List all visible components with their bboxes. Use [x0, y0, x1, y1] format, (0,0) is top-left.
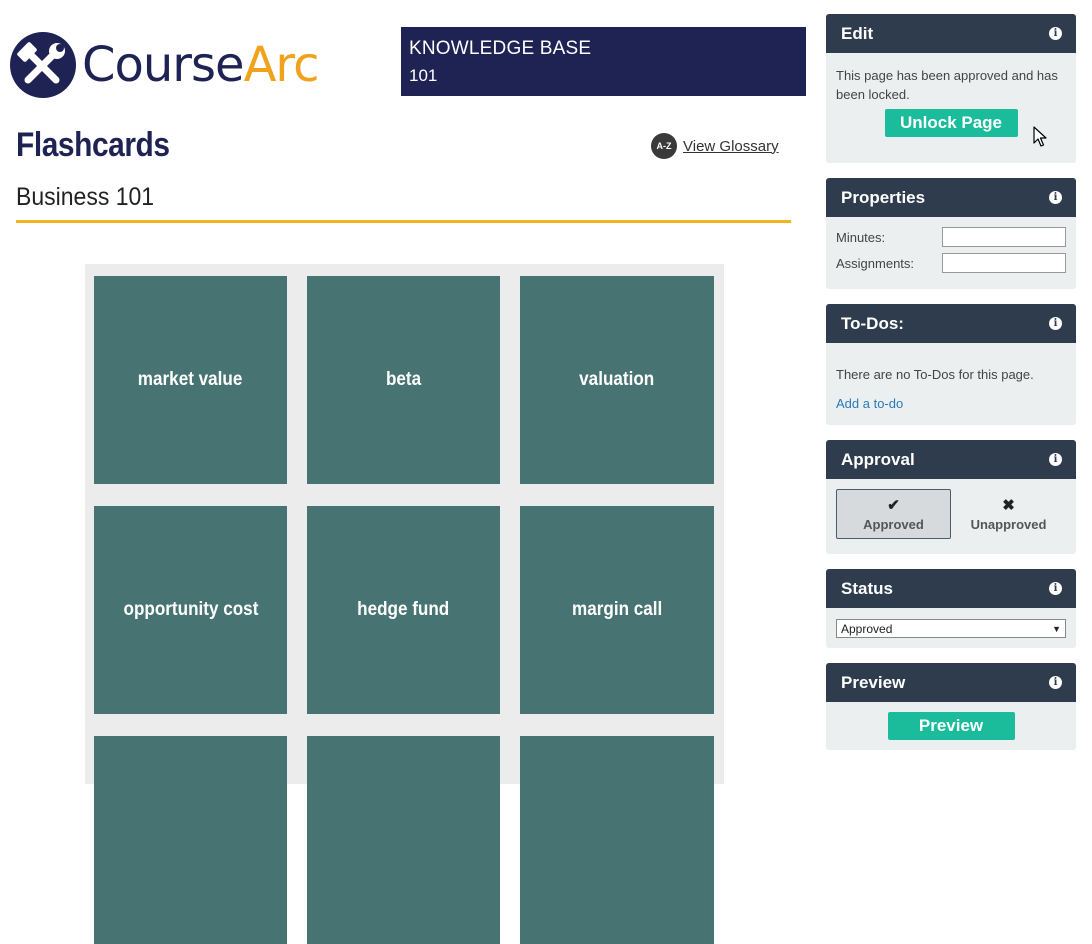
approval-panel-header: Approval i: [826, 440, 1076, 479]
status-panel: Status i Approved ▼: [826, 569, 1076, 648]
flashcard[interactable]: beta: [307, 276, 500, 484]
todos-panel-header: To-Dos: i: [826, 304, 1076, 343]
approval-panel: Approval i ✔ Approved ✖ Unapproved: [826, 440, 1076, 554]
preview-panel-title: Preview: [841, 672, 906, 692]
info-icon[interactable]: i: [1049, 191, 1062, 204]
flashcard-term: valuation: [579, 369, 655, 390]
mouse-cursor-icon: [1033, 126, 1047, 153]
logo-word-course: Course: [82, 37, 245, 93]
flashcard-term: beta: [385, 369, 422, 390]
info-icon[interactable]: i: [1049, 676, 1062, 689]
info-icon[interactable]: i: [1049, 27, 1062, 40]
course-title-box: KNOWLEDGE BASE 101: [401, 27, 806, 96]
assignments-label: Assignments:: [836, 255, 915, 271]
preview-panel: Preview i Preview: [826, 663, 1076, 750]
properties-panel-title: Properties: [841, 187, 926, 207]
info-icon[interactable]: i: [1049, 453, 1062, 466]
status-panel-title: Status: [841, 578, 893, 598]
title-divider: [16, 220, 791, 223]
status-select[interactable]: Approved ▼: [836, 619, 1066, 638]
assignments-field[interactable]: [942, 253, 1066, 273]
coursearc-logo[interactable]: CourseArc: [10, 32, 320, 98]
flashcard[interactable]: [307, 736, 500, 944]
status-selected-value: Approved: [841, 621, 893, 636]
preview-panel-header: Preview i: [826, 663, 1076, 702]
flashcard[interactable]: [94, 736, 287, 944]
flashcard[interactable]: market value: [94, 276, 287, 484]
properties-panel: Properties i Minutes: Assignments:: [826, 178, 1076, 289]
flashcard-term: hedge fund: [357, 599, 450, 620]
flashcard[interactable]: opportunity cost: [94, 506, 287, 714]
info-icon[interactable]: i: [1049, 317, 1062, 330]
flashcard-term: margin call: [571, 599, 663, 620]
edit-panel-title: Edit: [841, 23, 874, 43]
dropdown-arrow-icon: ▼: [1052, 623, 1061, 634]
x-mark-icon: ✖: [1002, 497, 1015, 514]
unapproved-button[interactable]: ✖ Unapproved: [951, 489, 1066, 539]
glossary-link-group[interactable]: A-Z View Glossary: [651, 133, 779, 159]
flashcard-grid: market value beta valuation opportunity …: [85, 264, 724, 944]
course-number: 101: [409, 66, 438, 85]
add-todo-link[interactable]: Add a to-do: [836, 396, 903, 411]
flashcard[interactable]: [520, 736, 714, 944]
approved-button[interactable]: ✔ Approved: [836, 489, 951, 539]
page-title: Flashcards: [16, 126, 170, 164]
flashcard-term: opportunity cost: [123, 599, 258, 620]
properties-panel-header: Properties i: [826, 178, 1076, 217]
logo-word-arc: Arc: [243, 37, 320, 93]
lock-status-message: This page has been approved and has been…: [836, 68, 1058, 102]
approval-panel-title: Approval: [841, 449, 915, 469]
view-glossary-link[interactable]: View Glossary: [683, 138, 779, 155]
todos-panel: To-Dos: i There are no To-Dos for this p…: [826, 304, 1076, 425]
glossary-az-icon[interactable]: A-Z: [651, 133, 677, 159]
flashcard[interactable]: valuation: [520, 276, 714, 484]
info-icon[interactable]: i: [1049, 582, 1062, 595]
edit-panel-header: Edit i: [826, 14, 1076, 53]
checkmark-icon: ✔: [887, 497, 900, 514]
todos-empty-message: There are no To-Dos for this page.: [836, 367, 1034, 382]
flashcard-term: market value: [138, 369, 243, 390]
unlock-page-button[interactable]: Unlock Page: [884, 109, 1018, 137]
minutes-field[interactable]: [942, 227, 1066, 247]
page-subtitle: Business 101: [16, 183, 155, 211]
flashcard[interactable]: margin call: [520, 506, 714, 714]
tools-icon: [10, 32, 76, 98]
flashcard[interactable]: hedge fund: [307, 506, 500, 714]
status-panel-header: Status i: [826, 569, 1076, 608]
minutes-label: Minutes:: [836, 229, 886, 245]
course-name: KNOWLEDGE BASE: [409, 38, 592, 59]
logo-wordmark: CourseArc: [82, 32, 320, 98]
preview-button[interactable]: Preview: [887, 712, 1015, 740]
unapproved-label: Unapproved: [970, 517, 1047, 532]
todos-panel-title: To-Dos:: [841, 313, 904, 333]
approved-label: Approved: [863, 517, 924, 532]
